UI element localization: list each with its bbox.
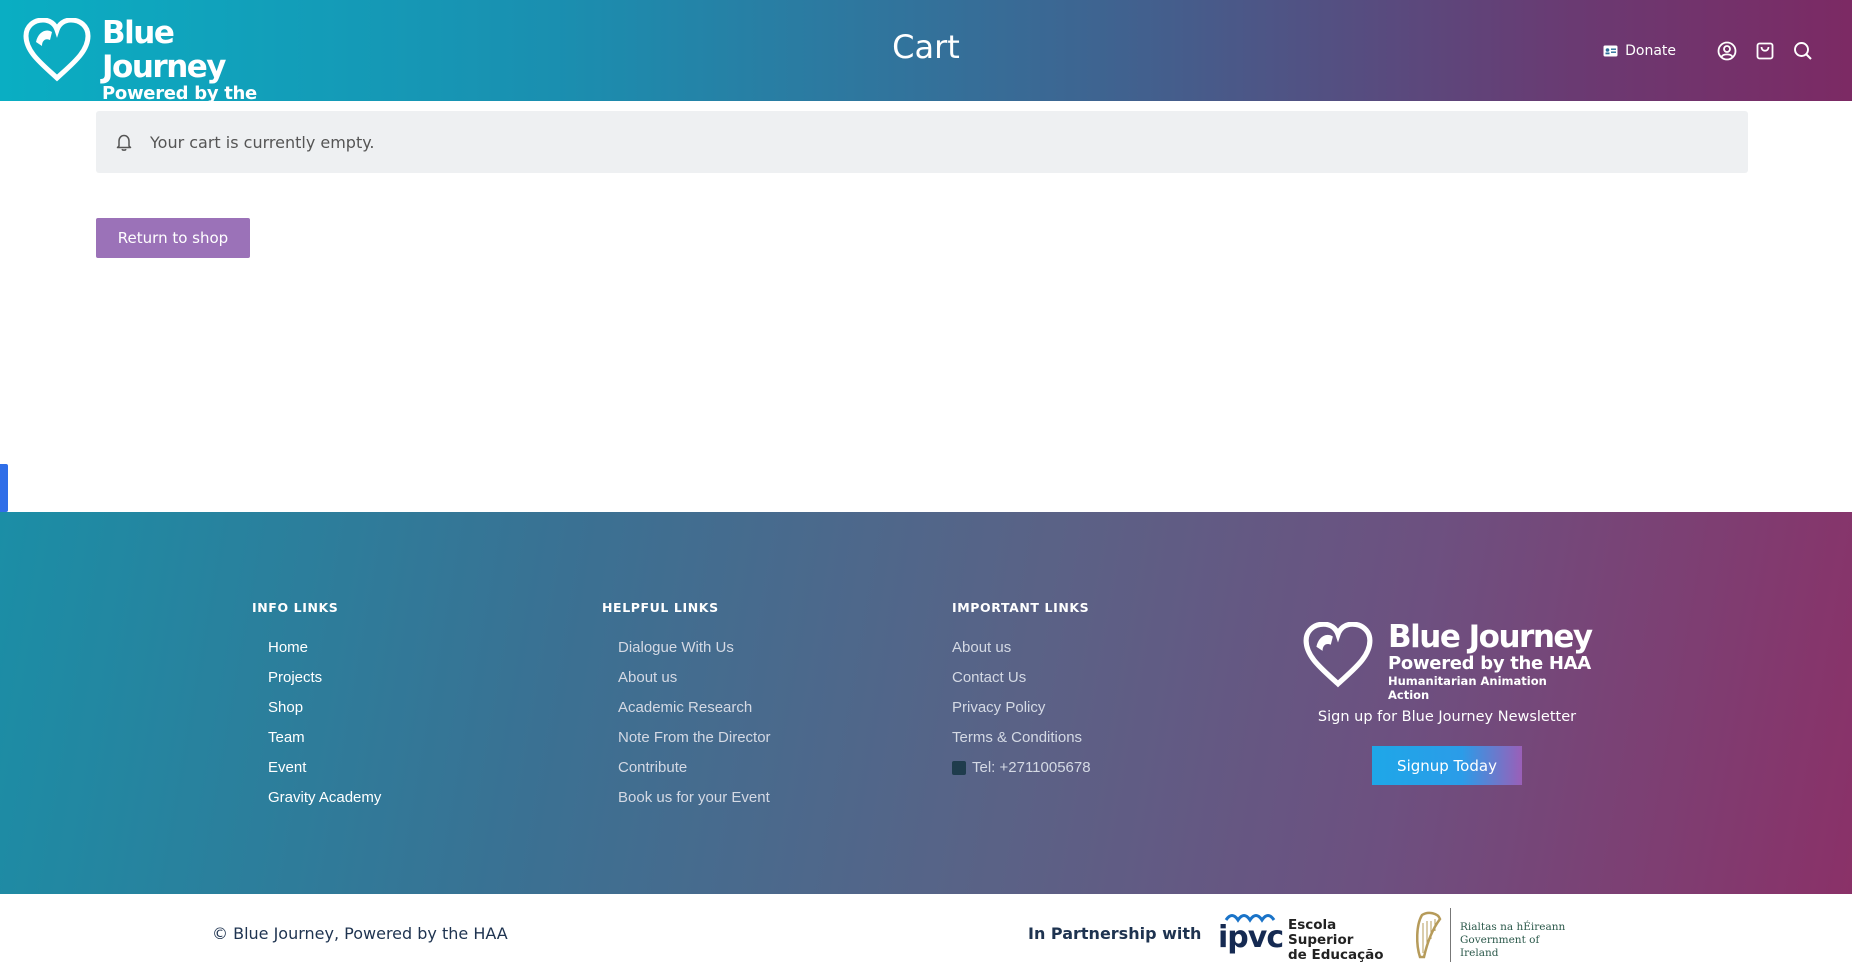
footer-link-privacy-policy[interactable]: Privacy Policy bbox=[952, 693, 1091, 723]
footer-logo[interactable]: Blue Journey Powered by the HAA Humanita… bbox=[1302, 619, 1593, 702]
footer-telephone[interactable]: Tel: +2711005678 bbox=[952, 753, 1091, 783]
heart-horse-logo-icon bbox=[1303, 622, 1373, 688]
harp-icon bbox=[1416, 911, 1442, 959]
id-card-icon bbox=[1603, 45, 1618, 57]
header-actions: Donate bbox=[1603, 36, 1814, 66]
cart-empty-notice: Your cart is currently empty. bbox=[96, 111, 1748, 173]
footer-link-home[interactable]: Home bbox=[252, 633, 381, 663]
footer-brand-subtagline: Humanitarian Animation Action bbox=[1388, 674, 1547, 702]
signup-button[interactable]: Signup Today bbox=[1372, 746, 1522, 785]
heart-horse-logo-icon bbox=[23, 18, 91, 82]
empty-cart-message: Your cart is currently empty. bbox=[150, 132, 375, 152]
account-button[interactable] bbox=[1716, 40, 1738, 62]
gov-line1: Rialtas na hÉireann bbox=[1460, 921, 1566, 933]
side-feedback-tab[interactable] bbox=[0, 464, 8, 512]
ipvc-logo[interactable]: ipvc Escola Superior de Educação bbox=[1218, 912, 1398, 963]
footer-link-about-us[interactable]: About us bbox=[602, 663, 771, 693]
ipvc-mark: ipvc bbox=[1218, 920, 1284, 955]
footer-link-terms[interactable]: Terms & Conditions bbox=[952, 723, 1091, 753]
site-footer: INFO LINKS Home Projects Shop Team Event… bbox=[0, 512, 1852, 894]
telephone-number: Tel: +2711005678 bbox=[972, 759, 1091, 776]
copyright-text: © Blue Journey, Powered by the HAA bbox=[212, 924, 508, 943]
footer-link-dialogue[interactable]: Dialogue With Us bbox=[602, 633, 771, 663]
footer-link-director-note[interactable]: Note From the Director bbox=[602, 723, 771, 753]
partnership-label: In Partnership with bbox=[1028, 924, 1202, 943]
footer-link-gravity-academy[interactable]: Gravity Academy bbox=[252, 783, 381, 813]
footer-link-book-event[interactable]: Book us for your Event bbox=[602, 783, 771, 813]
footer-link-contact-us[interactable]: Contact Us bbox=[952, 663, 1091, 693]
bottom-bar: © Blue Journey, Powered by the HAA In Pa… bbox=[0, 894, 1852, 976]
footer-link-shop[interactable]: Shop bbox=[252, 693, 381, 723]
footer-helpful-links: HELPFUL LINKS Dialogue With Us About us … bbox=[602, 600, 771, 813]
newsletter-text: Sign up for Blue Journey Newsletter bbox=[1317, 709, 1577, 725]
brand-name: Blue Journey bbox=[102, 15, 227, 85]
search-icon bbox=[1794, 42, 1812, 60]
footer-link-team[interactable]: Team bbox=[252, 723, 381, 753]
donate-button[interactable]: Donate bbox=[1603, 43, 1676, 59]
gov-line2: Government of Ireland bbox=[1460, 934, 1540, 959]
search-button[interactable] bbox=[1792, 40, 1814, 62]
footer-info-links: INFO LINKS Home Projects Shop Team Event… bbox=[252, 600, 381, 813]
return-to-shop-button[interactable]: Return to shop bbox=[96, 218, 250, 258]
ipvc-line1: Escola Superior bbox=[1288, 917, 1354, 948]
footer-link-about-us-2[interactable]: About us bbox=[952, 633, 1091, 663]
bell-icon bbox=[116, 134, 132, 151]
government-of-ireland-logo[interactable]: Rialtas na hÉireann Government of Irelan… bbox=[1410, 908, 1570, 962]
cart-icon bbox=[1756, 42, 1774, 60]
donate-label: Donate bbox=[1625, 43, 1676, 59]
ipvc-line2: de Educação bbox=[1288, 947, 1384, 963]
site-header: Blue Journey Powered by the HAA Humanita… bbox=[0, 0, 1852, 152]
helpful-links-heading: HELPFUL LINKS bbox=[602, 600, 719, 615]
footer-important-links: IMPORTANT LINKS About us Contact Us Priv… bbox=[952, 600, 1091, 783]
important-links-heading: IMPORTANT LINKS bbox=[952, 600, 1090, 615]
cart-button[interactable] bbox=[1754, 40, 1776, 62]
footer-brand-name: Blue Journey bbox=[1388, 619, 1593, 655]
logo-divider bbox=[1450, 908, 1451, 962]
footer-link-event[interactable]: Event bbox=[252, 753, 381, 783]
footer-brand-tagline: Powered by the HAA bbox=[1388, 653, 1591, 674]
site-logo[interactable]: Blue Journey Powered by the HAA Humanita… bbox=[22, 15, 302, 152]
info-links-heading: INFO LINKS bbox=[252, 600, 339, 615]
user-icon bbox=[1717, 41, 1737, 61]
phone-icon bbox=[952, 761, 966, 775]
footer-link-projects[interactable]: Projects bbox=[252, 663, 381, 693]
footer-link-academic-research[interactable]: Academic Research bbox=[602, 693, 771, 723]
footer-link-contribute[interactable]: Contribute bbox=[602, 753, 771, 783]
